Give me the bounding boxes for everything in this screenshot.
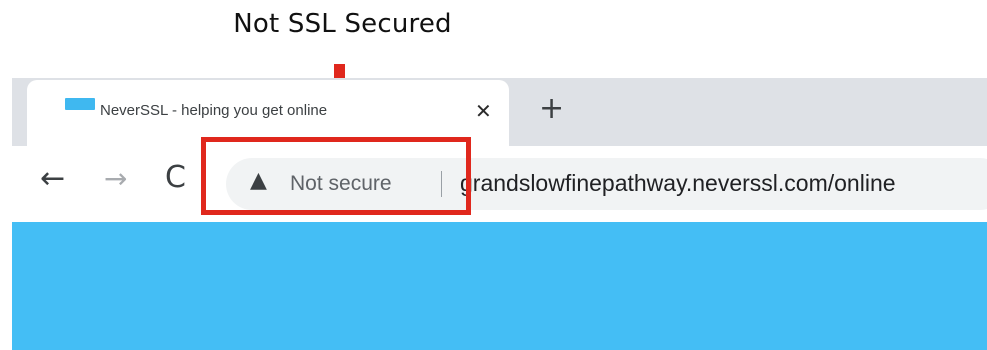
annotation-highlight-box <box>201 137 471 215</box>
back-button[interactable]: ← <box>40 164 65 194</box>
browser-window: NeverSSL - helping you get online ✕ + ← … <box>12 78 987 350</box>
tab-close-icon[interactable]: ✕ <box>475 101 492 121</box>
url-text[interactable]: grandslowfinepathway.neverssl.com/online <box>460 170 896 197</box>
forward-button[interactable]: → <box>104 165 127 193</box>
new-tab-button[interactable]: + <box>539 94 564 124</box>
page-content <box>12 222 987 350</box>
reload-button[interactable]: C <box>165 163 186 193</box>
toolbar: ← → C ▲ Not secure grandslowfinepathway.… <box>12 146 987 222</box>
neverssl-favicon-icon <box>65 98 95 110</box>
tab-title: NeverSSL - helping you get online <box>100 102 328 119</box>
tab-strip: NeverSSL - helping you get online ✕ + <box>12 78 987 146</box>
annotation-label: Not SSL Secured <box>233 9 452 39</box>
